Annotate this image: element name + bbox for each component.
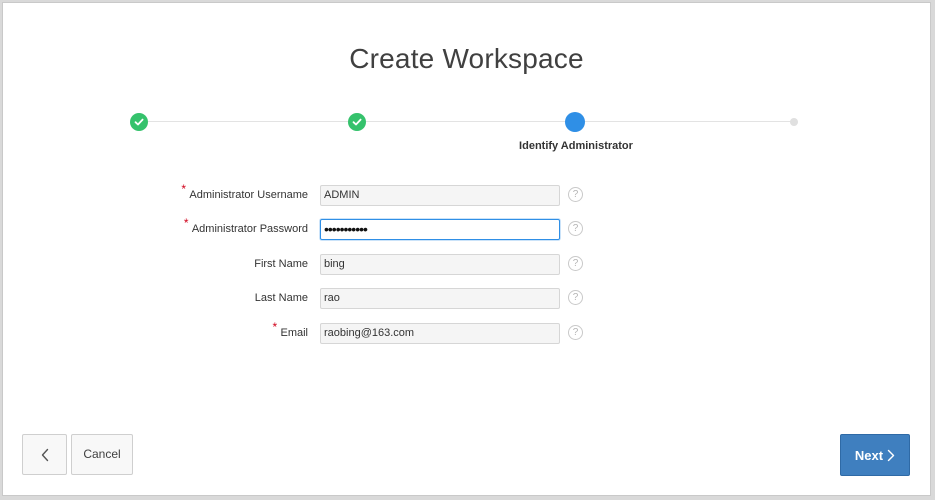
help-icon[interactable]: ? bbox=[568, 290, 583, 305]
step-2-complete bbox=[348, 113, 366, 131]
email-label: * Email bbox=[272, 320, 308, 339]
required-marker: * bbox=[272, 320, 278, 334]
form-row-email: * Email raobing@163.com ? bbox=[153, 320, 613, 345]
password-label: * Administrator Password bbox=[183, 216, 308, 235]
last-name-label: Last Name bbox=[254, 292, 308, 304]
cancel-button[interactable]: Cancel bbox=[71, 434, 133, 475]
required-marker: * bbox=[183, 216, 189, 230]
chevron-left-icon bbox=[41, 448, 48, 461]
help-icon[interactable]: ? bbox=[568, 325, 583, 340]
page-title: Create Workspace bbox=[349, 43, 584, 74]
next-button[interactable]: Next bbox=[840, 434, 910, 476]
step-4-upcoming bbox=[790, 118, 798, 126]
progress-track bbox=[140, 121, 795, 122]
help-icon[interactable]: ? bbox=[568, 221, 583, 236]
password-input[interactable]: ••••••••••• bbox=[320, 219, 560, 240]
chevron-right-icon bbox=[887, 449, 895, 461]
form-row-last-name: Last Name rao ? bbox=[153, 288, 613, 310]
required-marker: * bbox=[181, 182, 187, 196]
email-input[interactable]: raobing@163.com bbox=[320, 323, 560, 344]
checkmark-icon bbox=[352, 118, 362, 126]
next-button-label: Next bbox=[854, 447, 884, 463]
username-label: * Administrator Username bbox=[181, 182, 308, 201]
current-step-label: Identify Administrator bbox=[519, 140, 633, 152]
username-input[interactable]: ADMIN bbox=[320, 185, 560, 206]
step-3-current bbox=[565, 112, 585, 132]
checkmark-icon bbox=[134, 118, 144, 126]
back-button[interactable] bbox=[22, 434, 67, 475]
create-workspace-dialog: Create Workspace Identify Administrator … bbox=[2, 2, 931, 496]
form-row-username: * Administrator Username ADMIN ? bbox=[153, 182, 613, 207]
first-name-input[interactable]: bing bbox=[320, 254, 560, 275]
help-icon[interactable]: ? bbox=[568, 256, 583, 271]
form-row-password: * Administrator Password ••••••••••• ? bbox=[153, 216, 613, 241]
last-name-input[interactable]: rao bbox=[320, 288, 560, 309]
step-1-complete bbox=[130, 113, 148, 131]
first-name-label: First Name bbox=[254, 258, 308, 270]
form-row-first-name: First Name bing ? bbox=[153, 254, 613, 276]
help-icon[interactable]: ? bbox=[568, 187, 583, 202]
